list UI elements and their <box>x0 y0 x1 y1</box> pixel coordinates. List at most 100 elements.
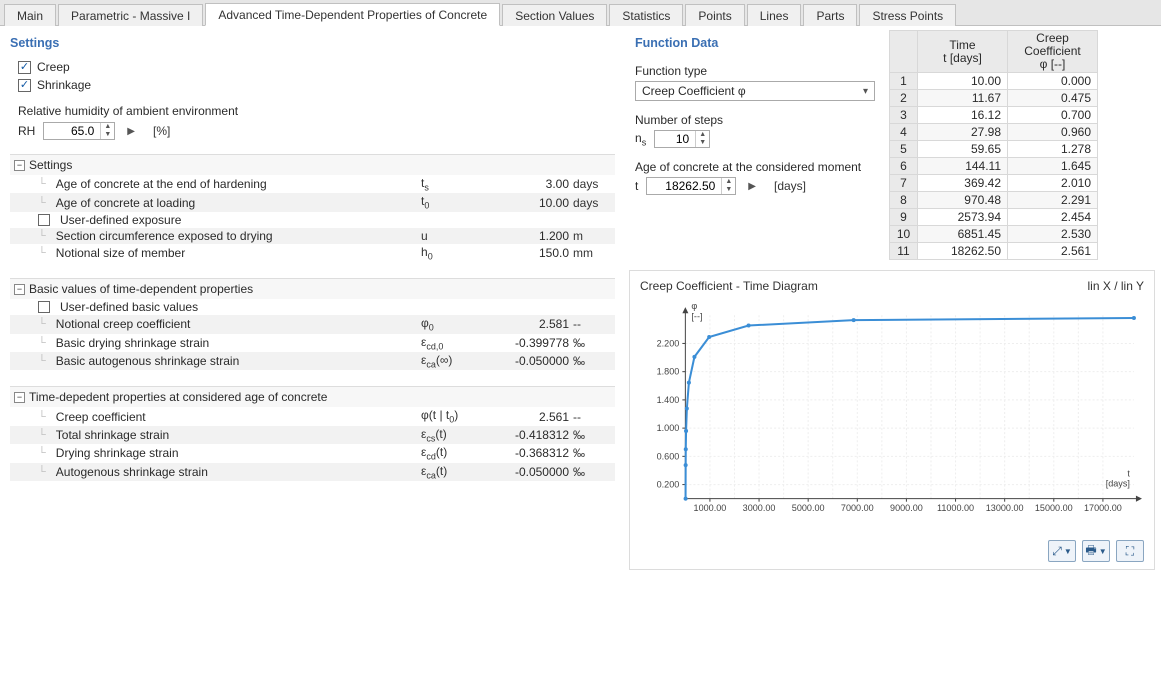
table-row[interactable]: 7369.422.010 <box>890 175 1098 192</box>
property-symbol: ts <box>421 176 481 192</box>
property-value: 10.00 <box>481 196 573 210</box>
cell-time: 16.12 <box>918 107 1008 124</box>
tab-main[interactable]: Main <box>4 4 56 26</box>
property-symbol: εca(∞) <box>421 353 481 369</box>
chart-print-button[interactable]: 🖶▼ <box>1082 540 1110 562</box>
svg-text:1.000: 1.000 <box>657 423 680 433</box>
tab-statistics[interactable]: Statistics <box>609 4 683 26</box>
property-checkbox[interactable] <box>38 301 50 313</box>
rh-input[interactable] <box>44 123 100 139</box>
group-header[interactable]: −Basic values of time-dependent properti… <box>10 279 615 299</box>
cell-time: 27.98 <box>918 124 1008 141</box>
group-title: Settings <box>29 158 72 172</box>
table-row[interactable]: 559.651.278 <box>890 141 1098 158</box>
property-value: -0.050000 <box>481 465 573 479</box>
rh-goto-icon[interactable]: ▶ <box>123 126 139 137</box>
cell-time: 18262.50 <box>918 243 1008 260</box>
property-unit: -- <box>573 410 609 424</box>
rh-spinner[interactable]: ▲▼ <box>43 122 115 140</box>
svg-text:t: t <box>1127 469 1130 479</box>
steps-up[interactable]: ▲ <box>696 131 709 139</box>
collapse-icon[interactable]: − <box>14 392 25 403</box>
tab-lines[interactable]: Lines <box>747 4 802 26</box>
tab-parts[interactable]: Parts <box>803 4 857 26</box>
rh-down[interactable]: ▼ <box>101 131 114 139</box>
age-unit: [days] <box>774 179 806 193</box>
function-type-combo[interactable]: Creep Coefficient φ ▾ <box>635 81 875 101</box>
chart-axes-button[interactable]: ⤢▼ <box>1048 540 1076 562</box>
table-row[interactable]: 316.120.700 <box>890 107 1098 124</box>
age-down[interactable]: ▼ <box>722 186 735 194</box>
shrinkage-checkbox[interactable] <box>18 79 31 92</box>
table-row[interactable]: 211.670.475 <box>890 90 1098 107</box>
property-row: Basic drying shrinkage strainεcd,0-0.399… <box>10 334 615 352</box>
chart-panel: Creep Coefficient - Time Diagram lin X /… <box>629 270 1155 570</box>
tab-stress-points[interactable]: Stress Points <box>859 4 956 26</box>
property-row: Drying shrinkage strainεcd(t)-0.368312‰ <box>10 444 615 462</box>
property-symbol: εca(t) <box>421 464 481 480</box>
age-up[interactable]: ▲ <box>722 178 735 186</box>
cell-coef: 2.291 <box>1008 192 1098 209</box>
row-index: 6 <box>890 158 918 175</box>
svg-text:0.600: 0.600 <box>657 451 680 461</box>
age-sym: t <box>635 179 638 193</box>
steps-spinner[interactable]: ▲▼ <box>654 130 710 148</box>
property-label: Creep coefficient <box>56 410 146 424</box>
steps-down[interactable]: ▼ <box>696 139 709 147</box>
table-row[interactable]: 8970.482.291 <box>890 192 1098 209</box>
rh-prefix: RH <box>18 124 35 138</box>
group-header[interactable]: −Time-depedent properties at considered … <box>10 387 615 407</box>
tab-parametric-massive-i[interactable]: Parametric - Massive I <box>58 4 203 26</box>
cell-time: 10.00 <box>918 73 1008 90</box>
age-goto-icon[interactable]: ▶ <box>744 181 760 192</box>
property-label: Age of concrete at loading <box>56 196 195 210</box>
chart-maximize-button[interactable]: ⛶ <box>1116 540 1144 562</box>
shrinkage-label: Shrinkage <box>37 78 91 92</box>
tab-points[interactable]: Points <box>685 4 744 26</box>
svg-text:1.800: 1.800 <box>657 367 680 377</box>
cell-coef: 0.700 <box>1008 107 1098 124</box>
cell-time: 59.65 <box>918 141 1008 158</box>
property-symbol: t0 <box>421 194 481 210</box>
property-checkbox[interactable] <box>38 214 50 226</box>
steps-input[interactable] <box>655 131 695 147</box>
col-coef-unit: φ [--] <box>1014 58 1091 71</box>
chevron-down-icon: ▾ <box>863 86 868 97</box>
tab-advanced-time-dependent-properties-of-concrete[interactable]: Advanced Time-Dependent Properties of Co… <box>205 3 500 26</box>
property-label: Basic autogenous shrinkage strain <box>56 354 239 368</box>
table-row[interactable]: 106851.452.530 <box>890 226 1098 243</box>
creep-checkbox[interactable] <box>18 61 31 74</box>
property-unit: ‰ <box>573 465 609 479</box>
svg-text:2.200: 2.200 <box>657 338 680 348</box>
property-label: Notional size of member <box>56 246 185 260</box>
tab-section-values[interactable]: Section Values <box>502 4 607 26</box>
chart-title: Creep Coefficient - Time Diagram <box>640 279 818 293</box>
svg-text:15000.00: 15000.00 <box>1035 503 1073 513</box>
row-index: 1 <box>890 73 918 90</box>
row-index: 3 <box>890 107 918 124</box>
svg-text:1000.00: 1000.00 <box>694 503 727 513</box>
table-row[interactable]: 1118262.502.561 <box>890 243 1098 260</box>
rh-up[interactable]: ▲ <box>101 123 114 131</box>
property-symbol: h0 <box>421 245 481 261</box>
table-row[interactable]: 427.980.960 <box>890 124 1098 141</box>
group-header[interactable]: −Settings <box>10 155 615 175</box>
collapse-icon[interactable]: − <box>14 284 25 295</box>
collapse-icon[interactable]: − <box>14 160 25 171</box>
svg-text:1.400: 1.400 <box>657 395 680 405</box>
svg-text:[--]: [--] <box>691 311 702 321</box>
cell-coef: 1.278 <box>1008 141 1098 158</box>
table-row[interactable]: 6144.111.645 <box>890 158 1098 175</box>
age-spinner[interactable]: ▲▼ <box>646 177 736 195</box>
function-type-value: Creep Coefficient φ <box>642 84 746 98</box>
property-label: Age of concrete at the end of hardening <box>56 177 267 191</box>
age-input[interactable] <box>647 178 721 194</box>
property-unit: ‰ <box>573 446 609 460</box>
property-row: Creep coefficientφ(t | t0)2.561-- <box>10 407 615 425</box>
property-value: -0.368312 <box>481 446 573 460</box>
table-row[interactable]: 110.000.000 <box>890 73 1098 90</box>
row-index: 11 <box>890 243 918 260</box>
table-row[interactable]: 92573.942.454 <box>890 209 1098 226</box>
property-label: Autogenous shrinkage strain <box>56 465 208 479</box>
svg-text:17000.00: 17000.00 <box>1084 503 1122 513</box>
